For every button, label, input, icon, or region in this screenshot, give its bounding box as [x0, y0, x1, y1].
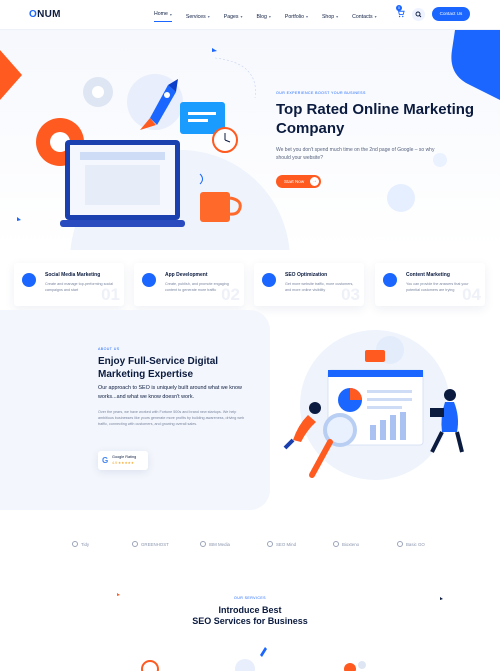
logo[interactable]: ONUM	[29, 9, 61, 20]
nav-item-portfolio[interactable]: Portfolio ▾	[285, 11, 308, 22]
search-button[interactable]	[412, 8, 425, 21]
brand-logo: SEO Mind	[267, 541, 296, 547]
search-icon	[415, 11, 422, 18]
chevron-down-icon: ▾	[169, 11, 172, 17]
about-eyebrow: ABOUT US	[98, 347, 120, 351]
nav-item-home[interactable]: Home ▾	[154, 11, 172, 22]
card-title: Social Media Marketing	[45, 272, 101, 278]
card-number: 02	[221, 285, 240, 304]
about-illustration	[283, 330, 464, 480]
nav-item-contacts[interactable]: Contacts ▾	[352, 11, 377, 22]
service-card-app-development[interactable]: App Development Create, publish, and pro…	[134, 263, 244, 306]
nav-item-pages[interactable]: Pages ▾	[224, 11, 243, 22]
content-marketing-icon	[383, 273, 397, 287]
brand-icon	[132, 541, 138, 547]
cart-count-badge: 0	[396, 5, 402, 11]
main-nav: Home ▾ Services ▾ Pages ▾ Blog ▾ Portfolio ▾ …	[154, 11, 391, 22]
arrow-right-icon: →	[310, 177, 319, 186]
nav-item-shop[interactable]: Shop ▾	[322, 11, 338, 22]
brand-icon	[397, 541, 403, 547]
nav-item-blog[interactable]: Blog ▾	[257, 11, 271, 22]
contact-us-button[interactable]: Contact Us	[432, 7, 470, 21]
service-card-social-media[interactable]: Social Media Marketing Create and manage…	[14, 263, 124, 306]
hero-illustration	[36, 74, 242, 227]
logo-text: NUM	[37, 9, 61, 20]
hero-eyebrow: OUR EXPERIENCE BOOST YOUR BUSINESS	[276, 91, 366, 95]
site-header: ONUM Home ▾ Services ▾ Pages ▾ Blog ▾ Portfo…	[0, 0, 500, 30]
start-now-button[interactable]: Start Now →	[276, 175, 321, 188]
chevron-down-icon: ▾	[374, 14, 377, 19]
blue-shape	[451, 30, 500, 100]
laptop-icon	[60, 140, 185, 227]
orange-shape	[0, 50, 22, 100]
start-now-label: Start Now	[284, 179, 305, 184]
hero-text: We bet you don't spend much time on the …	[276, 147, 435, 161]
clock-icon	[212, 127, 238, 153]
social-media-icon	[22, 273, 36, 287]
chat-icon	[365, 350, 385, 362]
service-card-seo-optimization[interactable]: SEO Optimization Get more website traffi…	[254, 263, 364, 306]
seo-optimization-icon	[262, 273, 276, 287]
chevron-down-icon: ▾	[336, 14, 339, 19]
brand-logo: Basic GO	[397, 541, 425, 547]
card-title: App Development	[165, 272, 208, 278]
card-title: SEO Optimization	[285, 272, 328, 278]
brand-icon	[200, 541, 206, 547]
card-number: 03	[341, 285, 360, 304]
brand-logo: Bioxteno	[333, 541, 359, 547]
services-decor	[117, 593, 443, 671]
brand-icon	[267, 541, 273, 547]
about-lead: Our approach to SEO is uniquely built ar…	[98, 385, 242, 400]
rating-label: Google Rating	[112, 455, 137, 459]
service-card-content-marketing[interactable]: Content Marketing You can provide the an…	[375, 263, 485, 306]
google-rating-badge[interactable]: G Google Rating 4.9 ★★★★★	[98, 451, 148, 470]
coffee-mug-icon	[200, 192, 242, 222]
card-number: 04	[462, 285, 481, 304]
logo-mark: O	[29, 9, 38, 20]
app-development-icon	[142, 273, 156, 287]
rating-value: 4.9 ★★★★★	[112, 461, 135, 465]
google-logo-icon: G	[102, 456, 109, 465]
chevron-down-icon: ▾	[305, 14, 308, 19]
brand-logo: GREENHOST	[132, 541, 169, 547]
chevron-down-icon: ▾	[268, 14, 271, 19]
chevron-down-icon: ▾	[240, 14, 243, 19]
about-title: Enjoy Full-Service Digital Marketing Exp…	[98, 356, 219, 380]
card-number: 01	[101, 285, 120, 304]
brand-logo: IBM Media	[200, 541, 230, 547]
nav-item-services[interactable]: Services ▾	[186, 11, 210, 22]
cart-icon[interactable]: 0	[396, 5, 408, 21]
card-title: Content Marketing	[406, 272, 450, 278]
hero-title: Top Rated Online Marketing Company	[276, 101, 475, 137]
chevron-down-icon: ▾	[207, 14, 210, 19]
brand-icon	[72, 541, 78, 547]
brand-icon	[333, 541, 339, 547]
brand-logo: Tidy	[72, 541, 89, 547]
about-text: Over the years, we have worked with Fort…	[98, 410, 245, 426]
